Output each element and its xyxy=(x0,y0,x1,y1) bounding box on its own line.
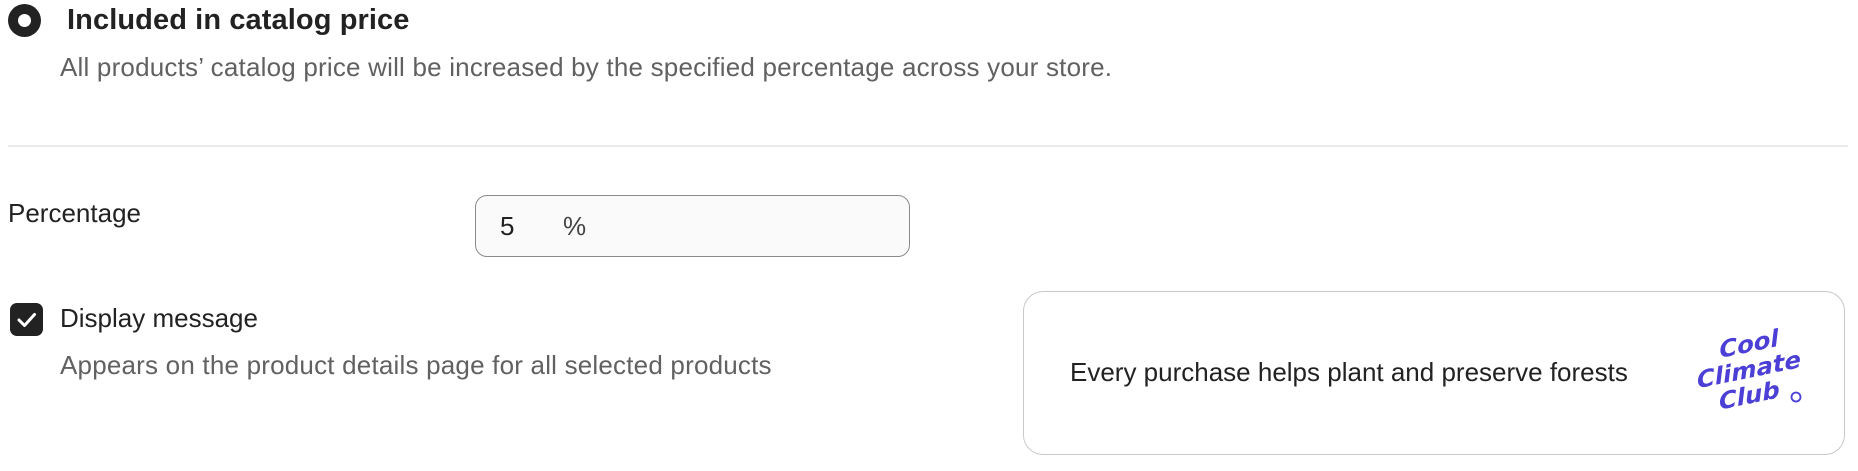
display-message-checkbox[interactable] xyxy=(10,303,43,336)
display-message-description: Appears on the product details page for … xyxy=(60,350,772,380)
percent-suffix: % xyxy=(563,210,587,241)
percentage-value[interactable]: 5 xyxy=(500,211,546,242)
message-preview-card: Every purchase helps plant and preserve … xyxy=(1023,291,1845,455)
checkmark-icon xyxy=(17,313,36,327)
percentage-label: Percentage xyxy=(8,198,141,228)
section-divider xyxy=(8,145,1848,147)
preview-message-text: Every purchase helps plant and preserve … xyxy=(1070,357,1628,387)
radio-selected-icon[interactable] xyxy=(8,4,41,37)
cool-climate-club-logo: Cool Climate Club xyxy=(1696,327,1802,416)
registered-mark-icon xyxy=(1790,391,1802,403)
radio-option-description: All products’ catalog price will be incr… xyxy=(60,52,1113,82)
included-in-catalog-price-option[interactable]: Included in catalog price xyxy=(8,4,410,37)
percentage-input[interactable]: 5 % xyxy=(475,195,910,257)
radio-option-label: Included in catalog price xyxy=(67,4,410,36)
display-message-label[interactable]: Display message xyxy=(60,303,258,334)
